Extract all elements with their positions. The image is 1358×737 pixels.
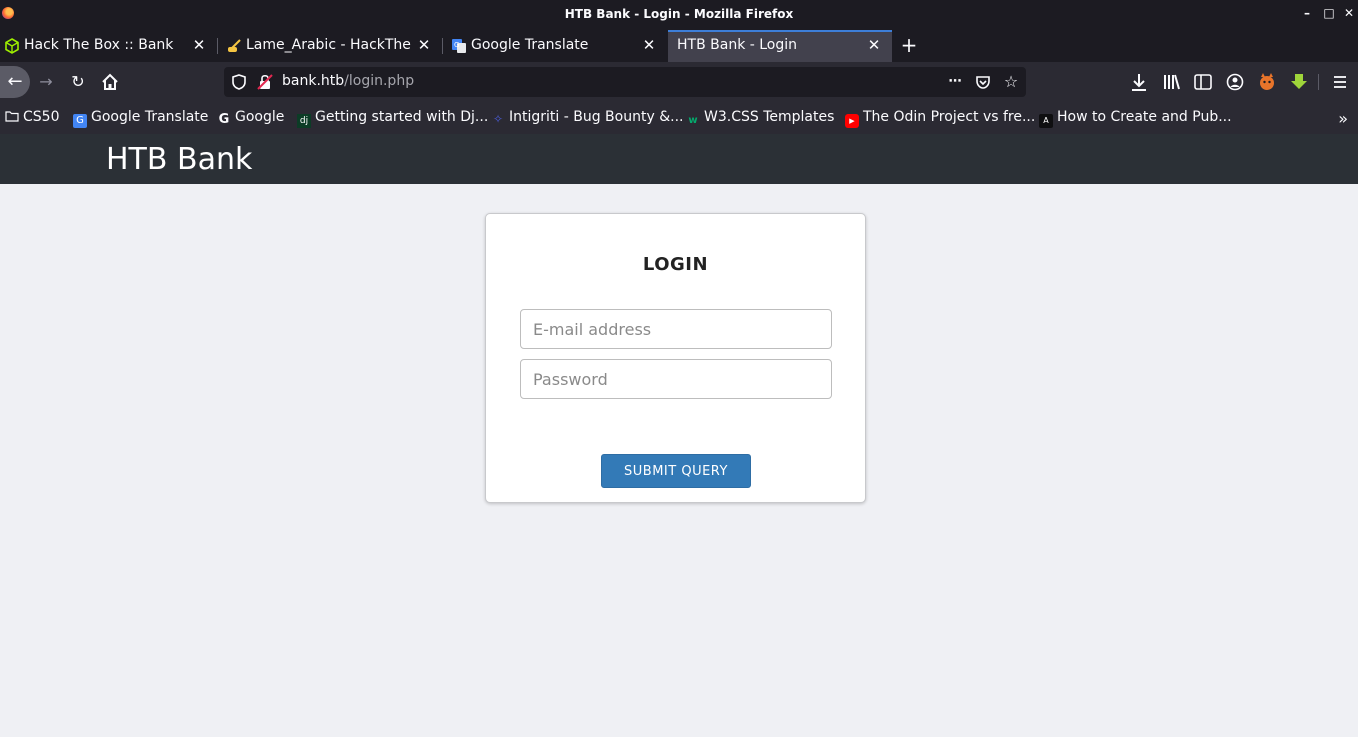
bookmark-odin-project[interactable]: ▶ The Odin Project vs fre... <box>845 109 1036 128</box>
reload-button[interactable]: ↻ <box>66 70 90 94</box>
home-button[interactable] <box>98 70 122 94</box>
tab-strip: Hack The Box :: Bank ✕ Lame_Arabic - Hac… <box>0 30 1358 62</box>
google-translate-icon: G <box>73 114 87 128</box>
intigriti-icon: ✧ <box>492 112 504 126</box>
bookmark-label: Getting started with Dj... <box>315 109 489 125</box>
bookmark-label: Google <box>235 109 285 125</box>
bookmark-create-publish[interactable]: A How to Create and Pub... <box>1039 109 1232 128</box>
google-translate-icon: G <box>452 39 466 53</box>
email-field[interactable] <box>520 309 832 349</box>
youtube-icon: ▶ <box>845 114 859 128</box>
bookmark-intigriti[interactable]: ✧ Intigriti - Bug Bounty &... <box>491 109 684 127</box>
url-path: /login.php <box>344 73 415 89</box>
pocket-icon[interactable] <box>974 73 992 91</box>
tab-google-translate[interactable]: G Google Translate ✕ <box>447 30 665 62</box>
toolbar-separator <box>1318 74 1319 90</box>
tab-separator <box>442 38 443 54</box>
url-text[interactable]: bank.htb/login.php <box>282 73 414 89</box>
w3-icon: w <box>688 115 698 126</box>
shield-icon[interactable] <box>230 73 248 91</box>
tab-close-icon[interactable]: ✕ <box>866 36 882 54</box>
download-helper-icon[interactable] <box>1289 71 1309 93</box>
submit-query-button[interactable]: SUBMIT QUERY <box>601 454 751 488</box>
close-window-icon[interactable]: ✕ <box>1342 6 1356 20</box>
foxyproxy-icon[interactable] <box>1257 71 1277 93</box>
bookmark-label: Google Translate <box>91 109 209 125</box>
login-heading: LOGIN <box>642 254 709 275</box>
download-icon[interactable] <box>1129 71 1149 93</box>
bookmark-star-icon[interactable]: ☆ <box>1002 73 1020 91</box>
bookmark-label: The Odin Project vs fre... <box>863 109 1036 125</box>
bookmark-google-translate[interactable]: G Google Translate <box>73 109 209 128</box>
tab-hack-the-box[interactable]: Hack The Box :: Bank ✕ <box>0 30 215 62</box>
site-header: HTB Bank <box>0 134 1358 184</box>
bookmark-label: Intigriti - Bug Bounty &... <box>509 109 684 125</box>
password-field[interactable] <box>520 359 832 399</box>
tab-close-icon[interactable]: ✕ <box>641 36 657 54</box>
sidebar-icon[interactable] <box>1193 71 1213 93</box>
window-title: HTB Bank - Login - Mozilla Firefox <box>564 7 794 21</box>
minimize-icon[interactable]: – <box>1300 6 1314 20</box>
new-tab-button[interactable]: + <box>900 34 918 56</box>
bookmark-label: W3.CSS Templates <box>704 109 835 125</box>
tab-htb-bank-login[interactable]: HTB Bank - Login ✕ <box>668 30 892 62</box>
bookmarks-toolbar: CS50 G Google Translate G Google dj Getting… <box>0 102 1358 134</box>
site-brand[interactable]: HTB Bank <box>106 142 252 177</box>
folder-icon <box>5 109 19 123</box>
tab-lame-arabic[interactable]: Lame_Arabic - HackTheB ✕ <box>222 30 440 62</box>
window-titlebar: HTB Bank - Login - Mozilla Firefox – □ ✕ <box>0 0 1358 30</box>
pencil-hand-icon <box>228 39 241 52</box>
bookmark-label: How to Create and Pub... <box>1057 109 1232 125</box>
maximize-icon[interactable]: □ <box>1322 6 1336 20</box>
url-host: bank.htb <box>282 73 345 89</box>
forward-button[interactable]: → <box>34 70 58 94</box>
page-actions-icon[interactable]: ⋯ <box>946 73 964 91</box>
bookmark-google[interactable]: G Google <box>217 109 285 127</box>
tab-separator <box>217 38 218 54</box>
django-icon: dj <box>297 114 311 128</box>
tab-label: Google Translate <box>471 37 589 53</box>
tab-label: Hack The Box :: Bank <box>24 37 174 53</box>
bookmark-cs50[interactable]: CS50 <box>5 109 59 127</box>
angular-icon: A <box>1039 114 1053 128</box>
bookmark-label: CS50 <box>23 109 60 125</box>
back-button[interactable]: ← <box>0 66 30 98</box>
bookmark-w3css[interactable]: w W3.CSS Templates <box>686 109 834 127</box>
login-card: LOGIN SUBMIT QUERY <box>485 213 866 503</box>
hackthebox-cube-icon <box>5 38 19 54</box>
account-icon[interactable] <box>1225 71 1245 93</box>
bookmarks-overflow-chevron-icon[interactable]: » <box>1338 109 1348 128</box>
google-icon: G <box>218 112 230 127</box>
tab-label: HTB Bank - Login <box>677 37 798 53</box>
hamburger-menu-icon[interactable] <box>1330 71 1350 93</box>
navigation-toolbar: ← → ↻ bank.htb/login.php ⋯ ☆ <box>0 62 1358 102</box>
library-icon[interactable] <box>1161 71 1181 93</box>
bookmark-django[interactable]: dj Getting started with Dj... <box>297 109 489 128</box>
url-bar[interactable]: bank.htb/login.php ⋯ ☆ <box>224 67 1026 97</box>
tab-close-icon[interactable]: ✕ <box>416 36 432 54</box>
tab-close-icon[interactable]: ✕ <box>191 36 207 54</box>
insecure-lock-icon[interactable] <box>256 73 274 91</box>
tab-label: Lame_Arabic - HackTheB <box>246 37 412 53</box>
svg-text:G: G <box>454 41 459 49</box>
